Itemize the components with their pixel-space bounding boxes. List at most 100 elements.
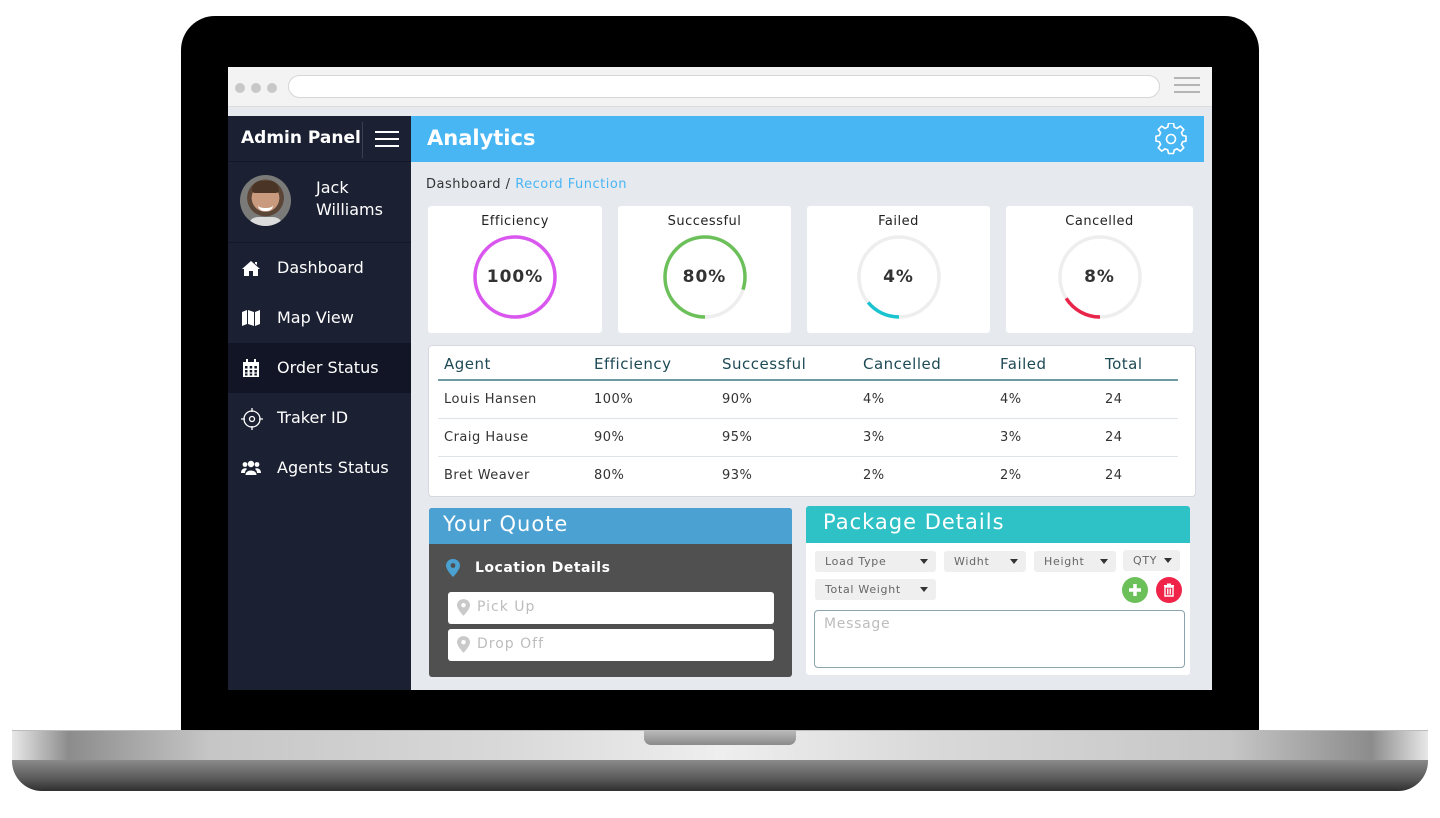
height-select[interactable]: Height [1034,551,1116,572]
sidebar-item-agents-status[interactable]: Agents Status [228,443,411,493]
table-row[interactable]: Craig Hause 90% 95% 3% 3% 24 [438,418,1178,457]
table-header-row: Agent Efficiency Successful Cancelled Fa… [438,348,1178,381]
table-row[interactable]: Bret Weaver 80% 93% 2% 2% 24 [438,456,1178,494]
column-header-total[interactable]: Total [1099,348,1178,381]
gear-icon[interactable] [1155,123,1187,155]
cell-failed: 2% [1000,467,1022,483]
stat-card-failed: Failed 4% [807,206,990,333]
trash-icon [1164,583,1174,597]
browser-bar [228,67,1212,107]
stat-value: 80% [682,267,727,287]
cell-successful: 93% [722,467,753,483]
pickup-placeholder: Pick Up [477,599,536,615]
location-pin-icon [457,636,470,653]
laptop-base-bottom [12,760,1428,791]
caret-down-icon [920,559,928,564]
sidebar-item-map-view[interactable]: Map View [228,293,411,343]
column-header-agent[interactable]: Agent [438,348,588,381]
agents-table: Agent Efficiency Successful Cancelled Fa… [438,348,1178,494]
browser-menu-icon[interactable] [1174,77,1200,95]
home-icon [242,261,260,276]
table-row[interactable]: Louis Hansen 100% 90% 4% 4% 24 [438,380,1178,419]
cell-successful: 95% [716,418,857,457]
caret-down-icon [1164,558,1172,563]
quote-title: Your Quote [429,508,792,544]
cell-cancelled: 2% [863,467,885,483]
column-header-cancelled[interactable]: Cancelled [857,348,994,381]
cell-failed: 3% [994,418,1099,457]
caret-down-icon [1100,559,1108,564]
cell-agent: Louis Hansen [438,380,588,419]
total-weight-select[interactable]: Total Weight [815,579,936,600]
package-panel: Package Details Load Type Widht Height Q… [806,506,1190,675]
map-icon [242,310,260,326]
window-dot[interactable] [251,83,261,93]
stat-value: 4% [883,267,914,287]
hamburger-menu-icon[interactable] [375,131,399,149]
sidebar-item-dashboard[interactable]: Dashboard [228,243,411,293]
qty-select[interactable]: QTY [1123,550,1180,571]
location-pin-icon [446,559,460,577]
laptop-notch [644,731,796,745]
address-bar[interactable] [288,75,1160,98]
column-header-successful[interactable]: Successful [716,348,857,381]
cell-total: 24 [1105,467,1123,483]
breadcrumb-current[interactable]: Record Function [515,177,627,192]
cell-efficiency: 90% [588,418,716,457]
stat-label: Cancelled [1065,214,1134,229]
plus-icon [1129,584,1141,596]
user-name: Jack Williams [316,178,383,219]
users-icon [241,460,261,475]
user-profile[interactable]: Jack Williams [228,162,411,243]
select-label: Height [1044,555,1085,568]
stat-value: 100% [486,267,544,287]
select-label: Load Type [825,555,887,568]
cell-cancelled: 4% [857,380,994,419]
message-placeholder: Message [824,616,891,632]
cell-efficiency: 100% [588,380,716,419]
select-label: Widht [954,555,990,568]
cell-cancelled: 3% [857,418,994,457]
caret-down-icon [1010,559,1018,564]
breadcrumb-root[interactable]: Dashboard [426,177,501,192]
cell-efficiency: 80% [594,467,625,483]
dropoff-input[interactable]: Drop Off [448,629,774,661]
avatar [240,175,291,226]
sidebar-item-traker-id[interactable]: Traker ID [228,393,411,443]
app-title: Admin Panel [241,128,361,148]
sidebar-item-label: Order Status [277,358,379,377]
stat-value: 8% [1084,267,1115,287]
sidebar-item-label: Agents Status [277,458,389,477]
window-dot[interactable] [267,83,277,93]
breadcrumb: Dashboard / Record Function [426,177,627,192]
message-textarea[interactable]: Message [814,610,1185,668]
cell-total: 24 [1099,418,1178,457]
delete-button[interactable] [1156,577,1182,603]
load-type-select[interactable]: Load Type [815,551,936,572]
stat-card-cancelled: Cancelled 8% [1006,206,1193,333]
dropoff-placeholder: Drop Off [477,636,545,652]
width-select[interactable]: Widht [944,551,1026,572]
select-label: Total Weight [825,583,901,596]
sidebar-item-label: Dashboard [277,258,364,277]
location-pin-icon [457,599,470,616]
window-dot[interactable] [235,83,245,93]
sidebar-header: Admin Panel [228,116,411,162]
stat-label: Failed [878,214,919,229]
column-header-efficiency[interactable]: Efficiency [588,348,716,381]
stat-label: Efficiency [481,214,549,229]
select-label: QTY [1133,554,1158,567]
cell-total: 24 [1099,380,1178,419]
quote-panel: Your Quote Location Details Pick Up Drop… [429,508,792,677]
column-header-failed[interactable]: Failed [994,348,1099,381]
cell-successful: 90% [716,380,857,419]
sidebar-item-order-status[interactable]: Order Status [228,343,411,393]
cell-agent: Craig Hause [438,418,588,457]
page-title: Analytics [427,126,536,150]
breadcrumb-separator: / [505,177,511,192]
sidebar-item-label: Traker ID [277,408,349,427]
add-button[interactable] [1122,577,1148,603]
calendar-icon [243,359,259,377]
pickup-input[interactable]: Pick Up [448,592,774,624]
divider [362,122,363,158]
